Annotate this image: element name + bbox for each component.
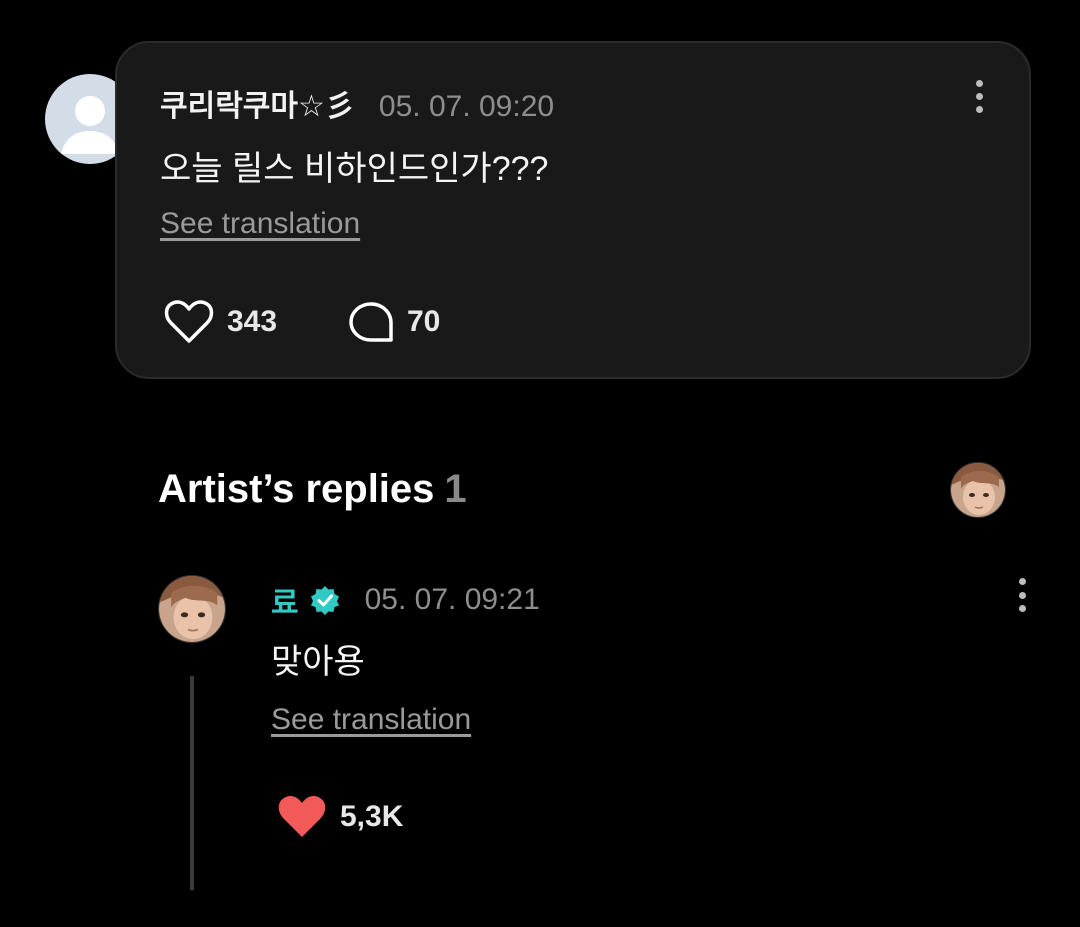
comment-text: 오늘 릴스 비하인드인가???	[160, 150, 549, 188]
reply-more-icon[interactable]	[1010, 578, 1034, 612]
reply-header: 료 05. 07. 09:21	[271, 578, 540, 622]
artist-avatar[interactable]	[158, 575, 226, 643]
reply-text: 맞아용	[271, 643, 365, 681]
speech-bubble-icon	[349, 302, 393, 342]
reply-see-translation-link[interactable]: See translation	[271, 703, 471, 737]
comment-author[interactable]: 쿠리락쿠마☆彡	[160, 81, 355, 125]
reply-count: 70	[407, 305, 441, 338]
heart-filled-icon	[278, 795, 326, 837]
artist-photo	[951, 463, 1005, 517]
see-translation-link[interactable]: See translation	[160, 207, 360, 241]
artist-replies-title: Artist’s replies 1	[158, 467, 467, 512]
comment-timestamp: 05. 07. 09:20	[378, 90, 555, 123]
heart-outline-icon	[164, 300, 214, 343]
reply-like-count: 5,3K	[340, 800, 404, 833]
reply-timestamp: 05. 07. 09:21	[364, 583, 540, 616]
artist-photo	[159, 576, 225, 642]
artist-replies-count: 1	[444, 467, 467, 511]
like-button[interactable]: 343	[163, 299, 277, 345]
like-count: 343	[227, 305, 278, 338]
reply-author[interactable]: 료	[271, 578, 299, 622]
verified-badge-icon	[310, 586, 339, 615]
comment-more-icon[interactable]	[967, 80, 991, 113]
reply-like-button[interactable]: 5,3K	[276, 794, 403, 840]
comment-thread-page: 쿠리락쿠마☆彡 05. 07. 09:20 오늘 릴스 비하인드인가??? Se…	[0, 0, 1080, 927]
thread-line	[190, 676, 194, 890]
artist-replies-label: Artist’s replies	[158, 467, 435, 511]
artist-avatar-small[interactable]	[950, 462, 1006, 518]
comment-header: 쿠리락쿠마☆彡 05. 07. 09:20	[160, 81, 554, 125]
reply-button[interactable]: 70	[347, 299, 440, 345]
comment-card: 쿠리락쿠마☆彡 05. 07. 09:20 오늘 릴스 비하인드인가??? Se…	[115, 41, 1031, 379]
